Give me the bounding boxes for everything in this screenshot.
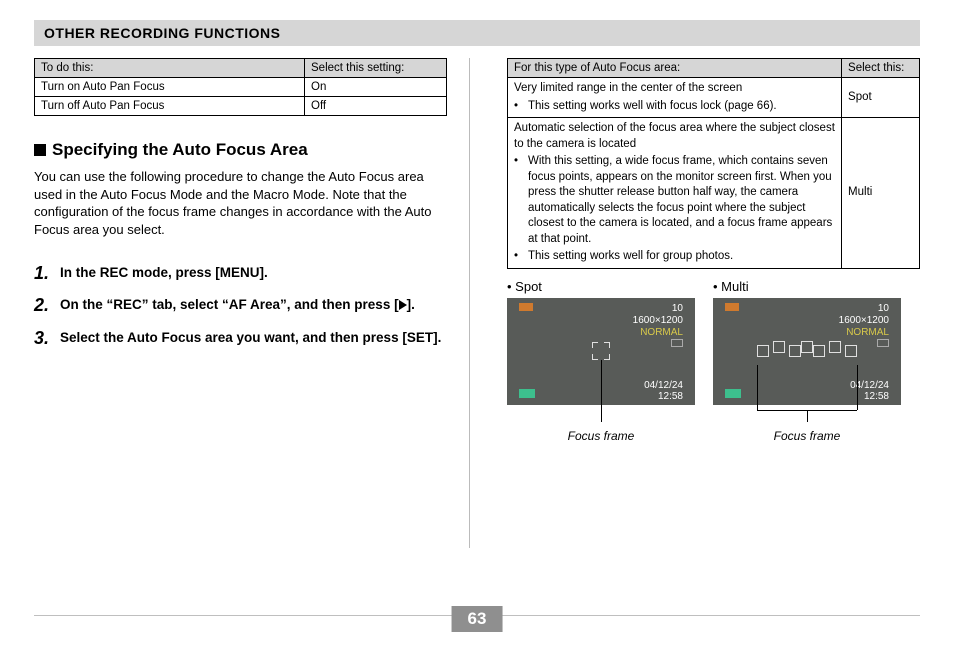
spot-block: • Spot 10 1600×1200 NORMAL 04/12/24 12:5… (507, 279, 695, 443)
battery-icon (519, 303, 533, 311)
quality: NORMAL (640, 327, 683, 338)
screens-row: • Spot 10 1600×1200 NORMAL 04/12/24 12:5… (507, 279, 920, 443)
leader-line (807, 410, 808, 422)
page-number: 63 (452, 606, 503, 632)
right-column: For this type of Auto Focus area: Select… (507, 58, 920, 586)
time: 12:58 (658, 391, 683, 402)
leader-line (857, 365, 858, 410)
table-row: Automatic selection of the focus area wh… (508, 118, 920, 269)
square-bullet-icon (34, 144, 46, 156)
step-2: 2. On the “REC” tab, select “AF Area”, a… (34, 296, 447, 314)
shots-remaining: 10 (878, 303, 889, 314)
battery-level-icon (725, 389, 741, 398)
time: 12:58 (864, 391, 889, 402)
focus-frame-label: Focus frame (713, 429, 901, 443)
quality: NORMAL (846, 327, 889, 338)
leader-line (601, 360, 602, 422)
battery-level-icon (519, 389, 535, 398)
date: 04/12/24 (644, 380, 683, 391)
leader-line (757, 365, 758, 410)
af-area-table: For this type of Auto Focus area: Select… (507, 58, 920, 269)
resolution: 1600×1200 (633, 315, 683, 326)
table-row: Turn on Auto Pan Focus On (35, 78, 447, 97)
triangle-right-icon (399, 300, 407, 310)
col-header: To do this: (35, 59, 305, 78)
step-1: 1. In the REC mode, press [MENU]. (34, 264, 447, 282)
resolution: 1600×1200 (839, 315, 889, 326)
col-header: Select this: (842, 59, 920, 78)
battery-icon (725, 303, 739, 311)
steps-list: 1. In the REC mode, press [MENU]. 2. On … (34, 264, 447, 347)
col-header: Select this setting: (305, 59, 447, 78)
step-3: 3. Select the Auto Focus area you want, … (34, 329, 447, 347)
table-row: Turn off Auto Pan Focus Off (35, 97, 447, 116)
column-divider (469, 58, 470, 548)
intro-paragraph: You can use the following procedure to c… (34, 168, 447, 238)
table-row: Very limited range in the center of the … (508, 78, 920, 118)
left-column: To do this: Select this setting: Turn on… (34, 58, 447, 586)
spot-focus-frame (592, 342, 610, 360)
focus-frame-label: Focus frame (507, 429, 695, 443)
col-header: For this type of Auto Focus area: (508, 59, 842, 78)
multi-block: • Multi 10 1600×1200 NORMAL (713, 279, 901, 443)
subtitle-text: Specifying the Auto Focus Area (52, 140, 308, 160)
card-icon (877, 339, 889, 347)
section-header: OTHER RECORDING FUNCTIONS (34, 20, 920, 46)
auto-pan-table: To do this: Select this setting: Turn on… (34, 58, 447, 116)
section-title: Specifying the Auto Focus Area (34, 140, 447, 160)
card-icon (671, 339, 683, 347)
multi-focus-frame (757, 341, 857, 361)
multi-screen: 10 1600×1200 NORMAL (713, 298, 901, 405)
date: 04/12/24 (850, 380, 889, 391)
shots-remaining: 10 (672, 303, 683, 314)
